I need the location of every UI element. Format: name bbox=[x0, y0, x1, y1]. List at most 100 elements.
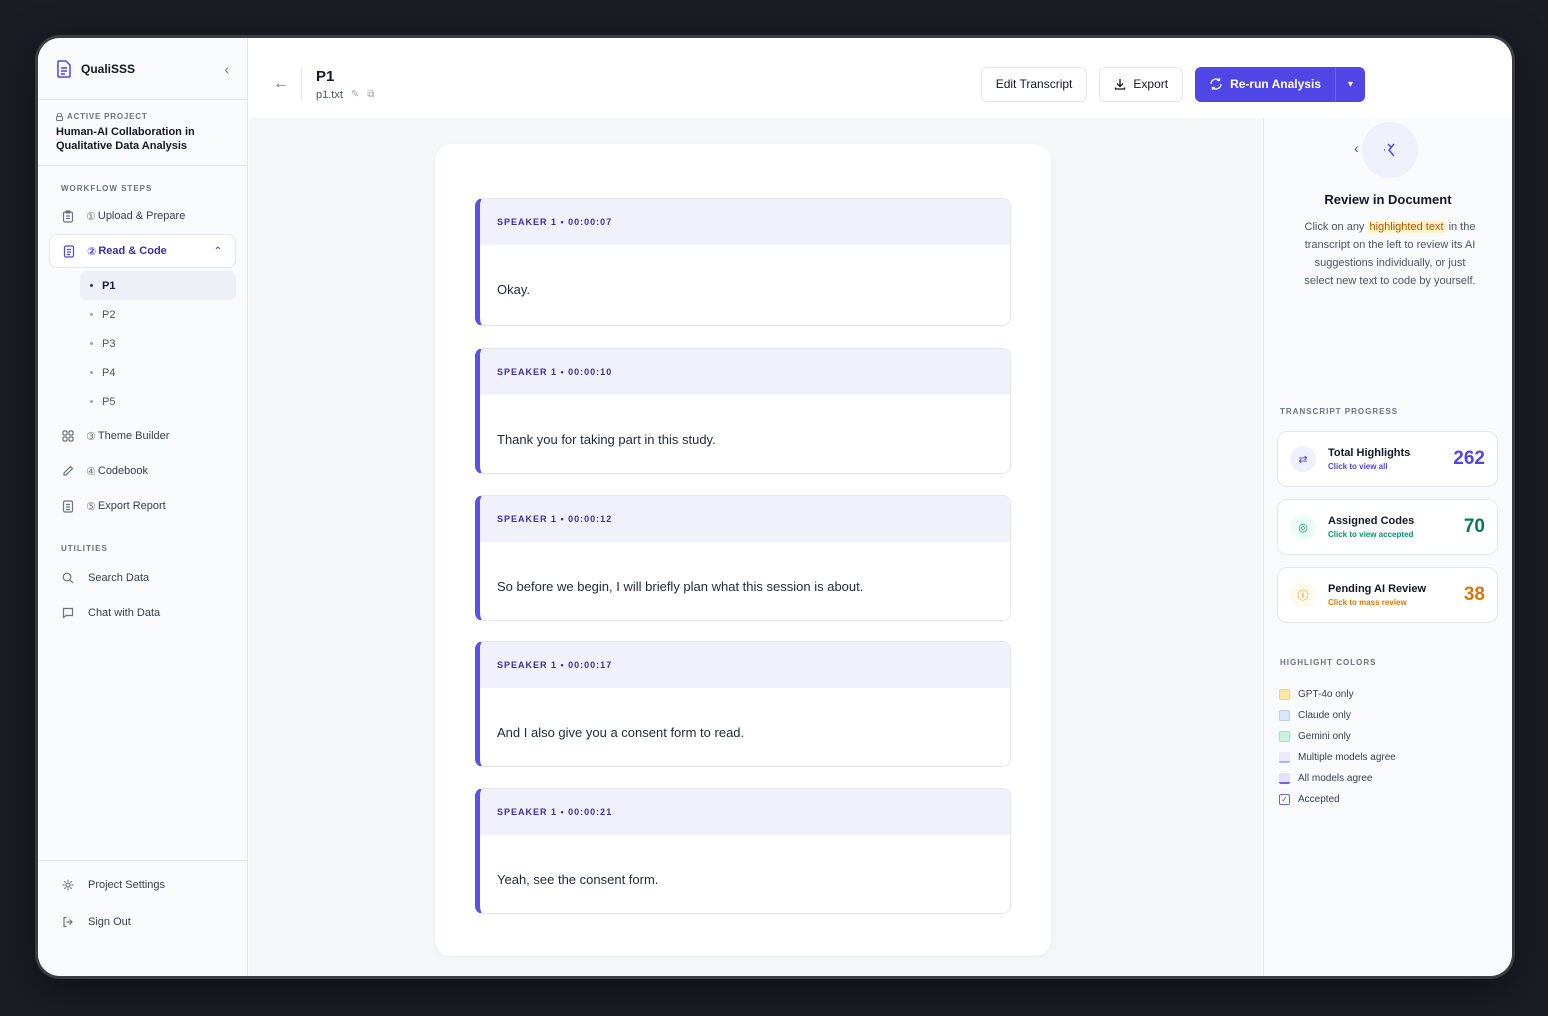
download-icon bbox=[1115, 79, 1126, 90]
bullet-icon bbox=[90, 371, 93, 374]
transcript-item-p3[interactable]: P3 bbox=[80, 329, 236, 358]
review-title: Review in Document bbox=[1324, 192, 1452, 207]
sidebar-brand: QualiSSS ‹ bbox=[38, 38, 247, 100]
rerun-analysis-button-group: Re-run Analysis ▾ bbox=[1195, 66, 1365, 102]
transcript-item-p2[interactable]: P2 bbox=[80, 300, 236, 329]
nav-theme-builder[interactable]: ③ Theme Builder bbox=[38, 419, 247, 453]
file-info: p1.txt ✎ ⧉ bbox=[316, 89, 374, 101]
step-number: ⑤ bbox=[86, 500, 96, 513]
active-project-label: ACTIVE PROJECT bbox=[56, 112, 229, 121]
transcript-segment[interactable]: SPEAKER 1 • 00:00:07 Okay. bbox=[475, 198, 1011, 326]
report-icon bbox=[62, 499, 76, 513]
project-settings-item[interactable]: Project Settings bbox=[38, 867, 247, 902]
gear-icon bbox=[62, 879, 76, 891]
transcript-item-label: P1 bbox=[102, 279, 116, 292]
stat-title: Pending AI Review bbox=[1328, 583, 1427, 595]
nav-label: Read & Code bbox=[98, 245, 167, 257]
step-number: ② bbox=[87, 245, 97, 258]
footer-label: Sign Out bbox=[88, 915, 131, 928]
segment-text[interactable]: So before we begin, I will briefly plan … bbox=[480, 542, 1010, 594]
speaker-timestamp: SPEAKER 1 • 00:00:10 bbox=[480, 349, 1010, 395]
legend-label: Accepted bbox=[1298, 794, 1340, 805]
stat-value: 262 bbox=[1453, 448, 1485, 469]
transcript-progress-label: TRANSCRIPT PROGRESS bbox=[1280, 407, 1399, 416]
search-icon bbox=[62, 572, 76, 584]
open-external-icon[interactable]: ⧉ bbox=[367, 89, 374, 100]
sidebar-footer: Project Settings Sign Out bbox=[38, 860, 247, 939]
step-number: ③ bbox=[86, 430, 96, 443]
review-text-pre: Click on any bbox=[1304, 221, 1365, 233]
transcript-segment[interactable]: SPEAKER 1 • 00:00:17 And I also give you… bbox=[475, 641, 1011, 767]
legend-item: ✓ Accepted bbox=[1279, 789, 1396, 810]
project-title: Human-AI Collaboration in Qualitative Da… bbox=[56, 126, 195, 152]
transcript-item-label: P3 bbox=[102, 337, 116, 350]
transcript-segment[interactable]: SPEAKER 1 • 00:00:12 So before we begin,… bbox=[475, 495, 1011, 621]
stat-subtitle: Click to view all bbox=[1328, 462, 1388, 471]
stat-title: Total Highlights bbox=[1328, 447, 1411, 459]
export-button[interactable]: Export bbox=[1099, 66, 1184, 102]
total-highlights-card[interactable]: ⇄ Total Highlights Click to view all 262 bbox=[1277, 431, 1498, 487]
transcript-area: SPEAKER 1 • 00:00:07 Okay. SPEAKER 1 • 0… bbox=[249, 118, 1263, 976]
stat-subtitle: Click to view accepted bbox=[1328, 530, 1414, 539]
collapse-sidebar-icon[interactable]: ‹ bbox=[224, 61, 229, 77]
segment-text[interactable]: Yeah, see the consent form. bbox=[480, 835, 1010, 887]
nav-label: Theme Builder bbox=[97, 430, 170, 442]
nav-label: Upload & Prepare bbox=[97, 210, 186, 222]
swatch-gemini bbox=[1279, 731, 1290, 742]
transcript-item-label: P4 bbox=[102, 366, 116, 379]
nav-codebook[interactable]: ④ Codebook bbox=[38, 454, 247, 488]
nav-export-report[interactable]: ⑤ Export Report bbox=[38, 489, 247, 523]
transcript-segment[interactable]: SPEAKER 1 • 00:00:10 Thank you for takin… bbox=[475, 348, 1011, 474]
sign-out-item[interactable]: Sign Out bbox=[38, 904, 247, 939]
document-logo-icon bbox=[57, 59, 71, 78]
app-name: QualiSSS bbox=[81, 61, 136, 76]
transcript-item-p1[interactable]: P1 bbox=[80, 271, 236, 300]
rerun-label: Re-run Analysis bbox=[1230, 77, 1321, 91]
segment-text[interactable]: Thank you for taking part in this study. bbox=[480, 395, 1010, 447]
legend-label: All models agree bbox=[1298, 773, 1373, 784]
edit-filename-icon[interactable]: ✎ bbox=[351, 89, 359, 100]
review-instructions: Click on any highlighted text in the tra… bbox=[1300, 218, 1480, 290]
speaker-timestamp: SPEAKER 1 • 00:00:12 bbox=[480, 496, 1010, 542]
nav-label: Codebook bbox=[97, 465, 149, 477]
transcript-item-p5[interactable]: P5 bbox=[80, 387, 236, 416]
legend-item: Gemini only bbox=[1279, 726, 1396, 747]
segment-text[interactable]: Okay. bbox=[480, 245, 1010, 297]
app-window: QualiSSS ‹ ACTIVE PROJECT Human-AI Colla… bbox=[38, 38, 1512, 976]
pending-review-card[interactable]: ⓘ Pending AI Review Click to mass review… bbox=[1277, 567, 1498, 623]
footer-label: Project Settings bbox=[88, 878, 166, 891]
search-data-item[interactable]: Search Data bbox=[38, 560, 247, 595]
header-actions: Edit Transcript Export Re-run Analysis ▾ bbox=[980, 66, 1365, 102]
swatch-multiple bbox=[1279, 752, 1290, 763]
utilities-label: UTILITIES bbox=[61, 544, 108, 553]
clipboard-icon bbox=[62, 209, 76, 223]
target-icon: ◎ bbox=[1290, 514, 1316, 540]
bullet-icon bbox=[90, 400, 93, 403]
grid-icon bbox=[62, 430, 76, 442]
nav-read-code[interactable]: ② Read & Code ⌃ bbox=[49, 234, 236, 268]
refresh-sparkle-icon bbox=[1210, 78, 1222, 90]
edit-transcript-button[interactable]: Edit Transcript bbox=[980, 66, 1088, 102]
chevron-up-icon: ⌃ bbox=[213, 245, 222, 257]
rerun-analysis-button[interactable]: Re-run Analysis bbox=[1195, 67, 1335, 102]
bullet-icon bbox=[90, 284, 93, 287]
transcript-item-p4[interactable]: P4 bbox=[80, 358, 236, 387]
assigned-codes-card[interactable]: ◎ Assigned Codes Click to view accepted … bbox=[1277, 499, 1498, 555]
transcript-segment[interactable]: SPEAKER 1 • 00:00:21 Yeah, see the conse… bbox=[475, 788, 1011, 914]
nav-upload-prepare[interactable]: ① Upload & Prepare bbox=[38, 199, 247, 233]
checkmark-icon: ✓ bbox=[1279, 794, 1290, 805]
active-project-label-text: ACTIVE PROJECT bbox=[67, 112, 148, 121]
swatch-all bbox=[1279, 773, 1290, 784]
export-label: Export bbox=[1133, 77, 1169, 91]
util-label: Search Data bbox=[88, 571, 150, 584]
transcript-item-label: P2 bbox=[102, 308, 116, 321]
back-arrow-icon[interactable]: ← bbox=[273, 67, 302, 101]
chat-with-data-item[interactable]: Chat with Data bbox=[38, 595, 247, 630]
bullet-icon bbox=[90, 313, 93, 316]
rerun-options-chevron-icon[interactable]: ▾ bbox=[1335, 66, 1365, 102]
speaker-timestamp: SPEAKER 1 • 00:00:21 bbox=[480, 789, 1010, 835]
segment-text[interactable]: And I also give you a consent form to re… bbox=[480, 688, 1010, 740]
sidebar: QualiSSS ‹ ACTIVE PROJECT Human-AI Colla… bbox=[38, 38, 248, 976]
file-name: p1.txt bbox=[316, 88, 343, 101]
util-label: Chat with Data bbox=[88, 606, 161, 619]
